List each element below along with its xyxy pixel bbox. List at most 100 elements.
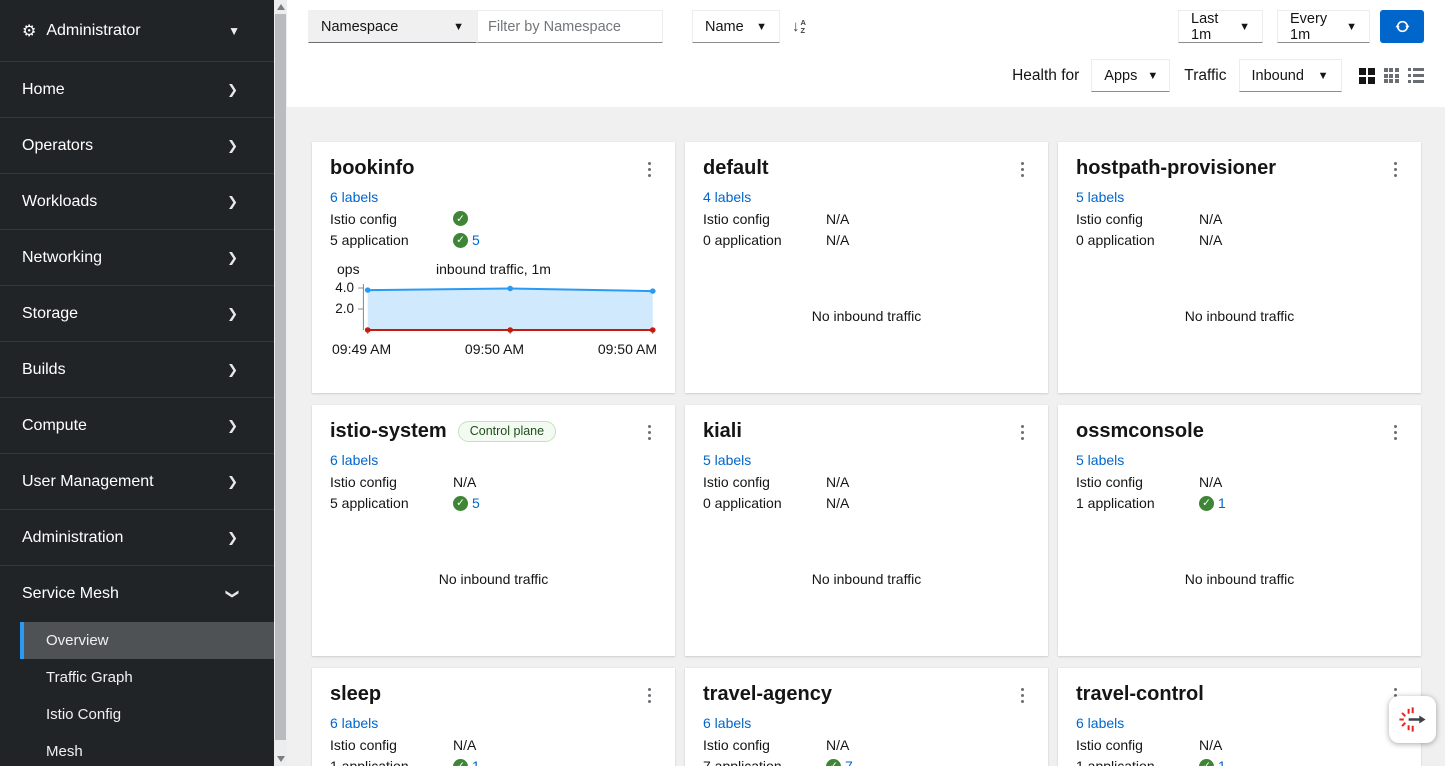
sidebar-item-administration[interactable]: Administration ❯	[0, 510, 274, 566]
namespace-card-title[interactable]: travel-control	[1076, 683, 1204, 706]
list-view-icon[interactable]	[1408, 68, 1425, 83]
kebab-menu-icon[interactable]	[642, 422, 657, 443]
detail-value-link[interactable]: 5	[472, 495, 480, 511]
health-ok-icon: ✓	[453, 759, 468, 766]
labels-link[interactable]: 5 labels	[1076, 452, 1124, 468]
kebab-menu-icon[interactable]	[1388, 159, 1403, 180]
perspective-label: Administrator	[46, 22, 140, 40]
card-detail-row: 1 application ✓ 1	[1076, 495, 1403, 511]
chart-title: inbound traffic, 1m	[436, 261, 551, 277]
kebab-menu-icon[interactable]	[642, 685, 657, 706]
caret-down-icon: ▼	[1239, 21, 1250, 33]
card-detail-row: Istio config ✓ N/A	[1076, 211, 1403, 227]
sidebar-item-compute[interactable]: Compute ❯	[0, 398, 274, 454]
detail-label: Istio config	[703, 211, 826, 227]
detail-value: N/A	[1199, 232, 1222, 248]
floating-launcher-button[interactable]	[1389, 696, 1436, 743]
sidebar-item-builds[interactable]: Builds ❯	[0, 342, 274, 398]
labels-link[interactable]: 4 labels	[703, 189, 751, 205]
card-detail-row: Istio config ✓ N/A	[703, 211, 1030, 227]
labels-link[interactable]: 5 labels	[1076, 189, 1124, 205]
namespace-card-title[interactable]: travel-agency	[703, 683, 832, 706]
traffic-direction-dropdown[interactable]: Inbound ▼	[1239, 59, 1342, 92]
labels-link[interactable]: 6 labels	[330, 715, 378, 731]
labels-link[interactable]: 6 labels	[330, 189, 378, 205]
chart-y-unit-label: ops	[337, 261, 360, 277]
namespace-filter-input[interactable]	[477, 10, 663, 43]
detail-label: 0 application	[703, 232, 826, 248]
card-detail-row: Istio config ✓ N/A	[330, 474, 657, 490]
kebab-menu-icon[interactable]	[1015, 422, 1030, 443]
sidebar-subitem-overview[interactable]: Overview	[20, 622, 274, 659]
chevron-right-icon: ❯	[227, 82, 238, 98]
detail-value: N/A	[1199, 474, 1222, 490]
labels-link[interactable]: 6 labels	[703, 715, 751, 731]
refresh-button[interactable]	[1380, 10, 1424, 43]
detail-value-link[interactable]: 1	[1218, 758, 1226, 766]
namespace-card-title[interactable]: bookinfo	[330, 157, 414, 180]
scrollbar-thumb[interactable]	[275, 14, 286, 740]
namespace-card-title[interactable]: kiali	[703, 420, 742, 443]
card-detail-row: 1 application ✓ 1	[330, 758, 657, 766]
scrollbar-down-arrow-icon[interactable]	[277, 756, 285, 762]
caret-down-icon: ▼	[1346, 21, 1357, 33]
card-detail-row: Istio config ✓	[330, 211, 657, 227]
cogs-icon: ⚙	[22, 21, 36, 41]
detail-value: N/A	[826, 232, 849, 248]
namespace-card-title[interactable]: istio-system	[330, 420, 447, 443]
detail-label: Istio config	[1076, 211, 1199, 227]
sidebar-item-service-mesh[interactable]: Service Mesh ❯	[0, 566, 274, 622]
detail-value: N/A	[1199, 211, 1222, 227]
caret-down-icon: ▼	[453, 21, 464, 33]
card-detail-rows: Istio config ✓ N/A 0 application ✓ N/A	[703, 468, 1030, 511]
kebab-menu-icon[interactable]	[642, 159, 657, 180]
expand-view-icon[interactable]	[1384, 68, 1399, 83]
refresh-interval-dropdown[interactable]: Every 1m ▼	[1277, 10, 1370, 43]
sidebar-scrollbar[interactable]	[274, 0, 287, 766]
detail-label: 0 application	[1076, 232, 1199, 248]
sidebar-subitem-istio-config[interactable]: Istio Config	[20, 696, 274, 733]
sidebar-item-networking[interactable]: Networking ❯	[0, 230, 274, 286]
duration-dropdown[interactable]: Last 1m ▼	[1178, 10, 1263, 43]
traffic-direction-value: Inbound	[1252, 68, 1304, 84]
labels-link[interactable]: 6 labels	[1076, 715, 1124, 731]
detail-value-link[interactable]: 1	[472, 758, 480, 766]
detail-value-link[interactable]: 5	[472, 232, 480, 248]
sidebar-item-user-management[interactable]: User Management ❯	[0, 454, 274, 510]
namespace-card-title[interactable]: ossmconsole	[1076, 420, 1204, 443]
detail-value-link[interactable]: 7	[845, 758, 853, 766]
namespace-card-title[interactable]: sleep	[330, 683, 381, 706]
labels-link[interactable]: 6 labels	[330, 452, 378, 468]
detail-label: 1 application	[330, 758, 453, 766]
sort-by-dropdown[interactable]: Name ▼	[692, 10, 780, 43]
sidebar-item-storage[interactable]: Storage ❯	[0, 286, 274, 342]
health-ok-icon: ✓	[453, 496, 468, 511]
sort-alpha-icon[interactable]: ↓ AZ	[792, 18, 806, 35]
health-for-dropdown[interactable]: Apps ▼	[1091, 59, 1170, 92]
compact-view-icon[interactable]	[1359, 68, 1375, 84]
kebab-menu-icon[interactable]	[1015, 159, 1030, 180]
traffic-area: No inbound traffic	[330, 511, 657, 646]
perspective-switcher[interactable]: ⚙ Administrator ▼	[0, 0, 274, 62]
sidebar-item-operators[interactable]: Operators ❯	[0, 118, 274, 174]
sidebar-item-label: Service Mesh	[22, 585, 119, 603]
sidebar-subitem-mesh[interactable]: Mesh	[20, 733, 274, 766]
no-traffic-text: No inbound traffic	[812, 308, 921, 324]
labels-link[interactable]: 5 labels	[703, 452, 751, 468]
detail-label: 0 application	[703, 495, 826, 511]
namespace-card-title[interactable]: hostpath-provisioner	[1076, 157, 1276, 180]
namespace-card-title[interactable]: default	[703, 157, 769, 180]
chevron-right-icon: ❯	[227, 362, 238, 378]
sidebar-subitem-traffic-graph[interactable]: Traffic Graph	[20, 659, 274, 696]
kebab-menu-icon[interactable]	[1388, 422, 1403, 443]
sidebar-item-home[interactable]: Home ❯	[0, 62, 274, 118]
health-ok-icon: ✓	[1199, 759, 1214, 766]
duration-value: Last 1m	[1191, 11, 1229, 43]
detail-value-link[interactable]: 1	[1218, 495, 1226, 511]
main-area: Namespace ▼ Name ▼ ↓ AZ Last 1m ▼	[287, 0, 1445, 766]
sidebar-item-workloads[interactable]: Workloads ❯	[0, 174, 274, 230]
namespace-filter-type-dropdown[interactable]: Namespace ▼	[308, 10, 477, 43]
kebab-menu-icon[interactable]	[1015, 685, 1030, 706]
sidebar-item-label: Compute	[22, 417, 87, 435]
scrollbar-up-arrow-icon[interactable]	[277, 4, 285, 10]
